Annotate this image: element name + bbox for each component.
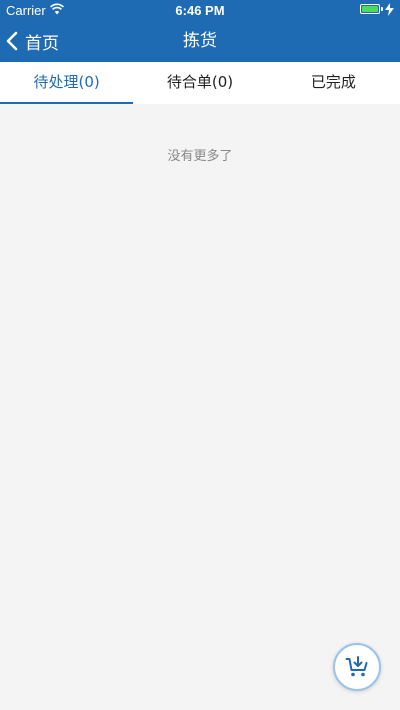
battery-level bbox=[362, 6, 378, 12]
tab-pending[interactable]: 待处理(0) bbox=[0, 62, 134, 104]
charging-bolt-icon bbox=[385, 3, 394, 16]
navigation-bar: 拣货 首页 bbox=[0, 20, 400, 62]
add-to-cart-button[interactable] bbox=[333, 643, 381, 691]
battery-tip bbox=[381, 7, 383, 11]
app-header: Carrier 6:46 PM 拣货 首页 bbox=[0, 0, 400, 62]
chevron-left-icon bbox=[6, 31, 18, 51]
empty-list-message: 没有更多了 bbox=[167, 149, 233, 164]
page-title: 拣货 bbox=[183, 31, 217, 51]
tab-completed[interactable]: 已完成 bbox=[267, 62, 400, 104]
tab-to-merge[interactable]: 待合单(0) bbox=[133, 62, 266, 104]
status-bar: Carrier 6:46 PM bbox=[0, 0, 400, 20]
cart-add-icon bbox=[345, 656, 368, 677]
back-button[interactable]: 首页 bbox=[6, 26, 59, 56]
back-button-label: 首页 bbox=[25, 33, 59, 54]
tab-bar: 待处理(0) 待合单(0) 已完成 bbox=[0, 62, 400, 104]
battery-icon bbox=[360, 4, 380, 14]
status-time: 6:46 PM bbox=[175, 3, 225, 18]
